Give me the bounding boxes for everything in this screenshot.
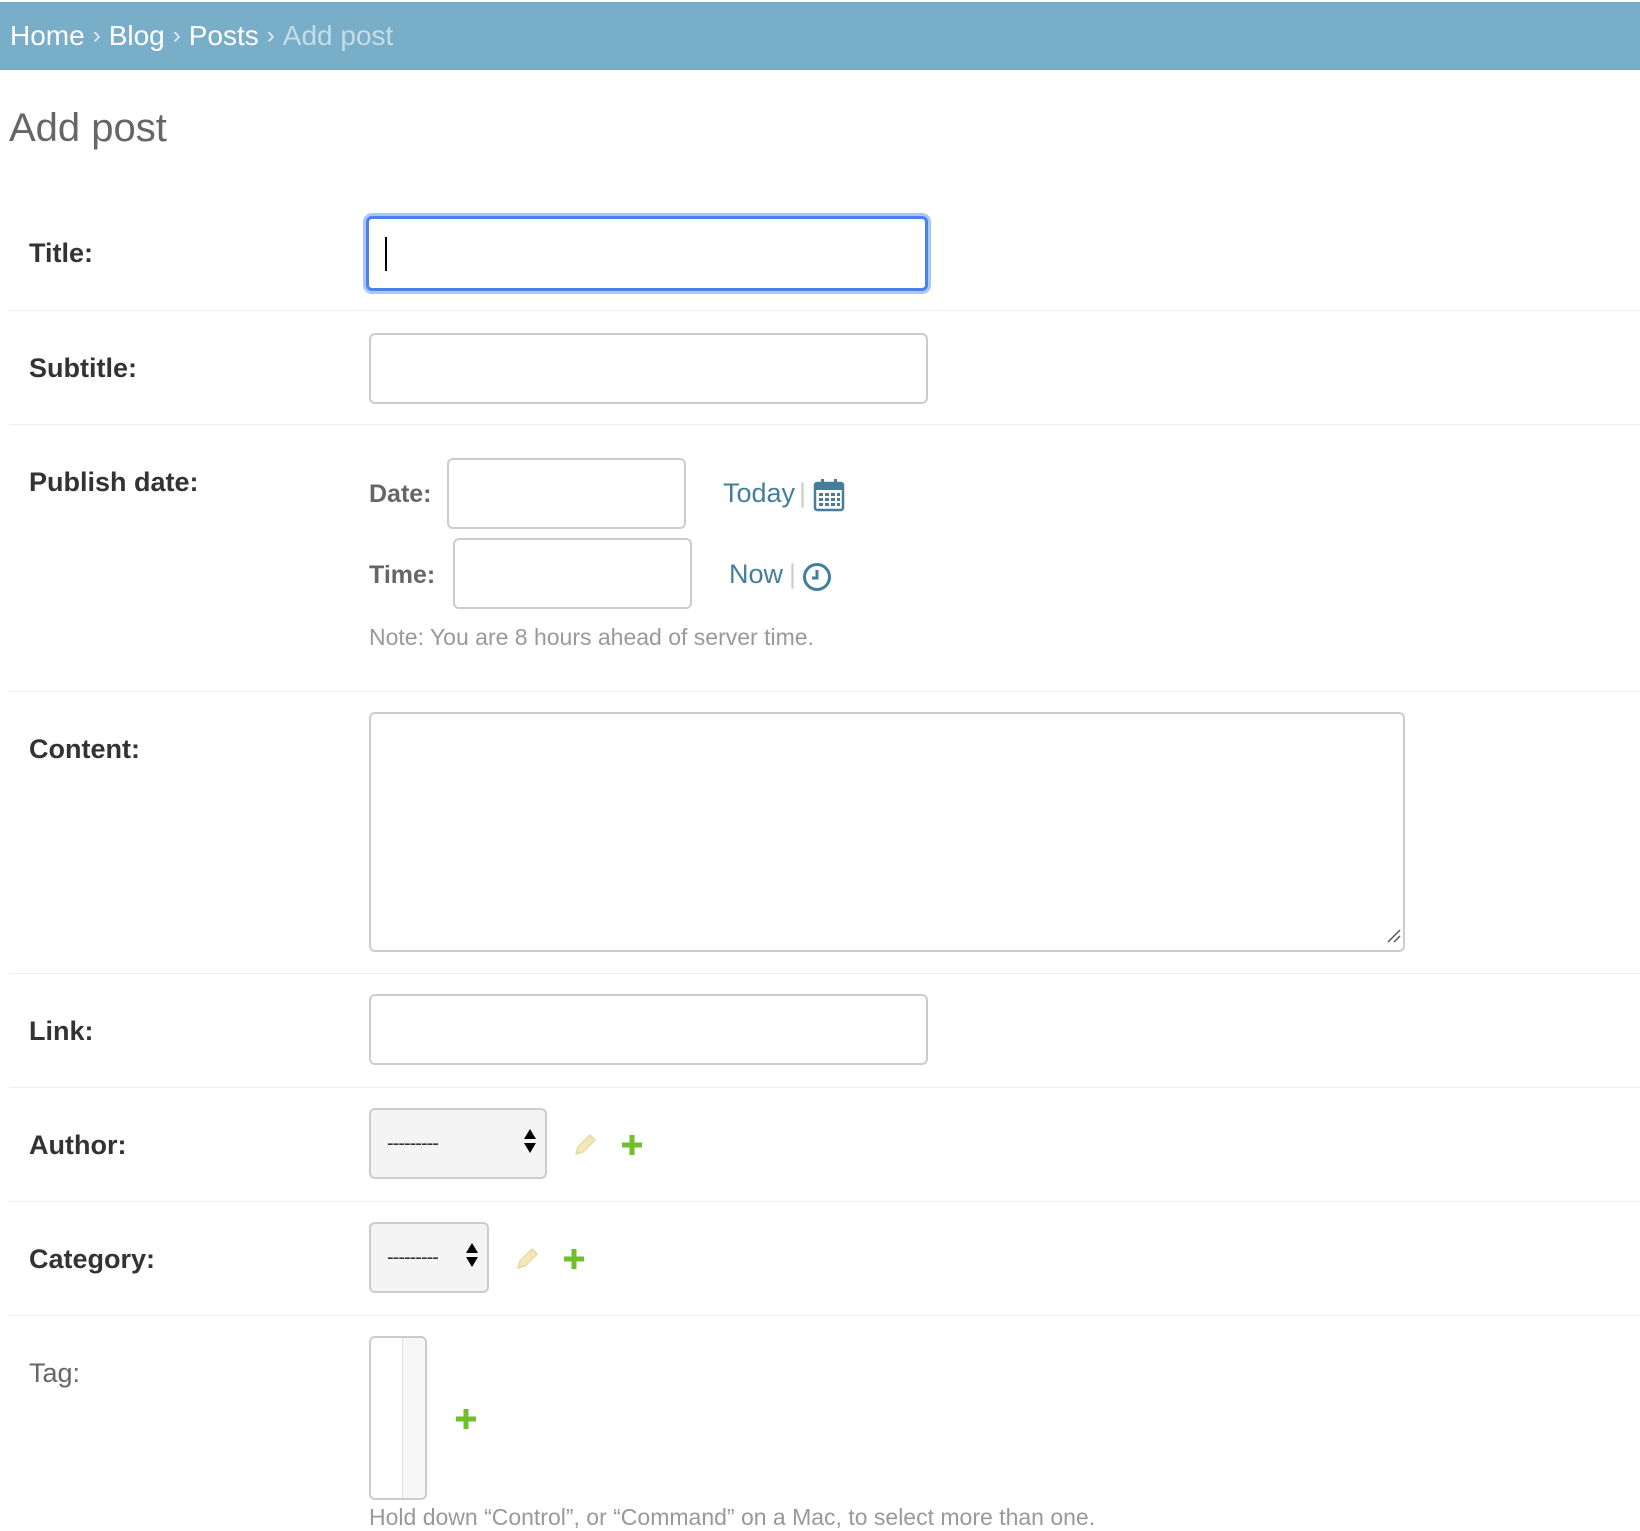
tag-select-scrollbar[interactable] [402,1338,425,1498]
link-label: Link: [29,1016,94,1046]
date-input[interactable] [447,458,686,529]
now-link[interactable]: Now [729,559,783,590]
breadcrumb-home-link[interactable]: Home [10,20,85,52]
select-arrows-icon [465,1242,479,1274]
author-selected-value: --------- [387,1132,439,1154]
text-cursor [385,237,387,271]
content-textarea[interactable] [369,712,1405,952]
link-input[interactable] [369,994,928,1065]
breadcrumb: Home › Blog › Posts › Add post [0,2,1640,70]
change-category-pencil-icon[interactable] [514,1246,540,1277]
category-select[interactable]: --------- [369,1222,489,1293]
shortcut-separator: | [789,559,797,589]
publish-date-row: Publish date: Date: Today | Time: Now | … [9,425,1640,692]
author-row: Author: --------- [9,1088,1640,1202]
publish-date-label: Publish date: [29,467,199,497]
breadcrumb-separator: › [172,22,181,49]
timezone-note: Note: You are 8 hours ahead of server ti… [369,624,814,650]
resize-handle-icon[interactable] [1385,927,1401,948]
page-title: Add post [9,106,167,150]
subtitle-label: Subtitle: [29,353,137,383]
breadcrumb-separator: › [266,22,275,49]
category-row: Category: --------- [9,1202,1640,1316]
today-link[interactable]: Today [723,478,795,509]
select-arrows-icon [523,1128,537,1160]
tag-help-text: Hold down “Control”, or “Command” on a M… [369,1504,1096,1530]
author-select[interactable]: --------- [369,1108,547,1179]
link-row: Link: [9,974,1640,1088]
add-category-plus-icon[interactable] [562,1247,586,1276]
breadcrumb-separator: › [92,22,101,49]
calendar-icon[interactable] [813,478,845,517]
title-input[interactable] [366,216,928,291]
title-row: Title: [9,200,1640,311]
title-label: Title: [29,238,94,268]
breadcrumb-posts-link[interactable]: Posts [189,20,259,52]
content-label: Content: [29,734,140,764]
category-selected-value: --------- [387,1246,439,1268]
date-label: Date: [369,480,432,508]
subtitle-input[interactable] [369,333,928,404]
category-label: Category: [29,1244,156,1274]
add-author-plus-icon[interactable] [620,1133,644,1162]
time-label: Time: [369,561,436,589]
content-row: Content: [9,692,1640,974]
breadcrumb-current: Add post [282,20,394,51]
breadcrumb-blog-link[interactable]: Blog [109,20,165,52]
time-input[interactable] [453,538,692,609]
add-tag-plus-icon[interactable] [454,1407,478,1436]
tag-label: Tag: [29,1358,81,1388]
shortcut-separator: | [799,478,807,508]
clock-icon[interactable] [802,562,832,597]
tag-multi-select[interactable] [369,1336,427,1500]
tag-row: Tag: Hold down “Control”, or “Command” o… [9,1316,1640,1530]
author-label: Author: [29,1130,127,1160]
change-author-pencil-icon[interactable] [572,1132,598,1163]
subtitle-row: Subtitle: [9,311,1640,425]
